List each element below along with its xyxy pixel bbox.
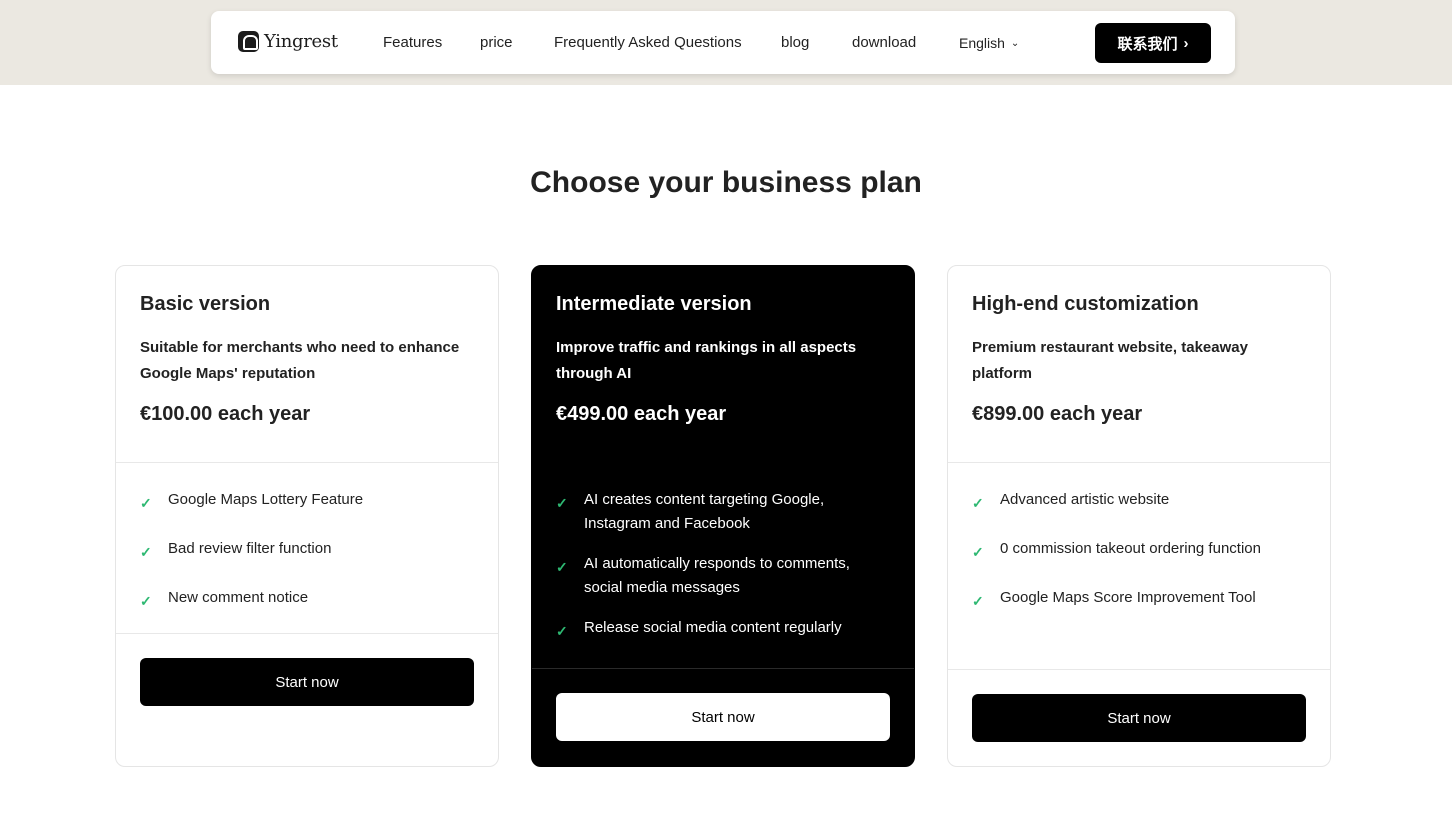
feature-text: AI creates content targeting Google, Ins… — [584, 491, 825, 532]
divider — [948, 669, 1330, 670]
feature-item: ✓ Bad review filter function — [140, 537, 468, 564]
plan-description: Improve traffic and rankings in all aspe… — [556, 339, 857, 382]
plan-price: €899.00 each year — [972, 403, 1143, 425]
check-icon: ✓ — [972, 593, 984, 609]
check-icon: ✓ — [140, 593, 152, 609]
feature-item: ✓ New comment notice — [140, 586, 468, 613]
feature-text: Google Maps Score Improvement Tool — [1000, 589, 1256, 606]
nav-link-features[interactable]: Features — [383, 34, 442, 51]
check-icon: ✓ — [556, 495, 568, 511]
check-icon: ✓ — [140, 495, 152, 511]
start-now-button-basic[interactable]: Start now — [140, 658, 474, 706]
divider — [532, 668, 914, 669]
feature-item: ✓ Release social media content regularly — [556, 616, 884, 643]
check-icon: ✓ — [972, 544, 984, 560]
divider — [948, 462, 1330, 463]
feature-text: 0 commission takeout ordering function — [1000, 540, 1261, 557]
feature-item: ✓ 0 commission takeout ordering function — [972, 537, 1300, 564]
feature-item: ✓ Google Maps Score Improvement Tool — [972, 586, 1300, 613]
plan-card-basic: Basic version Suitable for merchants who… — [115, 265, 499, 767]
feature-text: Advanced artistic website — [1000, 491, 1170, 508]
feature-item: ✓ Advanced artistic website — [972, 488, 1300, 515]
divider — [116, 462, 498, 463]
logo-text: Yingrest — [264, 31, 338, 52]
plan-description: Suitable for merchants who need to enhan… — [140, 339, 460, 382]
logo[interactable]: Yingrest — [238, 31, 338, 52]
plan-title: Intermediate version — [556, 293, 752, 315]
feature-item: ✓ AI automatically responds to comments, … — [556, 552, 884, 600]
start-now-button-high-end[interactable]: Start now — [972, 694, 1306, 742]
start-now-button-intermediate[interactable]: Start now — [556, 693, 890, 741]
language-label: English — [959, 35, 1005, 51]
divider — [116, 633, 498, 634]
check-icon: ✓ — [972, 495, 984, 511]
plan-description: Premium restaurant website, takeaway pla… — [972, 339, 1248, 382]
feature-text: Release social media content regularly — [584, 619, 842, 636]
check-icon: ✓ — [556, 559, 568, 575]
feature-item: ✓ AI creates content targeting Google, In… — [556, 488, 884, 536]
page-title: Choose your business plan — [530, 166, 922, 199]
plan-card-intermediate: Intermediate version Improve traffic and… — [531, 265, 915, 767]
nav-link-price[interactable]: price — [480, 34, 513, 51]
plan-title: High-end customization — [972, 293, 1199, 315]
feature-text: Google Maps Lottery Feature — [168, 491, 364, 508]
chevron-right-icon: › — [1183, 34, 1189, 52]
nav-link-blog[interactable]: blog — [781, 34, 809, 51]
feature-list: ✓ Google Maps Lottery Feature ✓ Bad review… — [140, 488, 468, 635]
plan-price: €499.00 each year — [556, 403, 727, 425]
plan-price: €100.00 each year — [140, 403, 311, 425]
check-icon: ✓ — [556, 623, 568, 639]
contact-us-label: 联系我们 — [1117, 35, 1178, 53]
nav-link-faq[interactable]: Frequently Asked Questions — [554, 34, 742, 51]
feature-text: Bad review filter function — [168, 540, 332, 557]
language-select[interactable]: English ⌄ — [959, 35, 1019, 51]
plan-card-high-end: High-end customization Premium restauran… — [947, 265, 1331, 767]
plan-title: Basic version — [140, 293, 271, 315]
feature-list: ✓ Advanced artistic website ✓ 0 commission… — [972, 488, 1300, 635]
chevron-down-icon: ⌄ — [1010, 37, 1020, 49]
feature-text: New comment notice — [168, 589, 309, 606]
logo-icon — [238, 31, 259, 52]
check-icon: ✓ — [140, 544, 152, 560]
contact-us-button[interactable]: 联系我们 › — [1095, 23, 1211, 63]
nav-link-download[interactable]: download — [852, 34, 916, 51]
feature-list: ✓ AI creates content targeting Google, In… — [556, 488, 884, 659]
navbar: Yingrest Features price Frequently Asked… — [211, 11, 1235, 74]
feature-item: ✓ Google Maps Lottery Feature — [140, 488, 468, 515]
feature-text: AI automatically responds to comments, s… — [584, 555, 850, 596]
